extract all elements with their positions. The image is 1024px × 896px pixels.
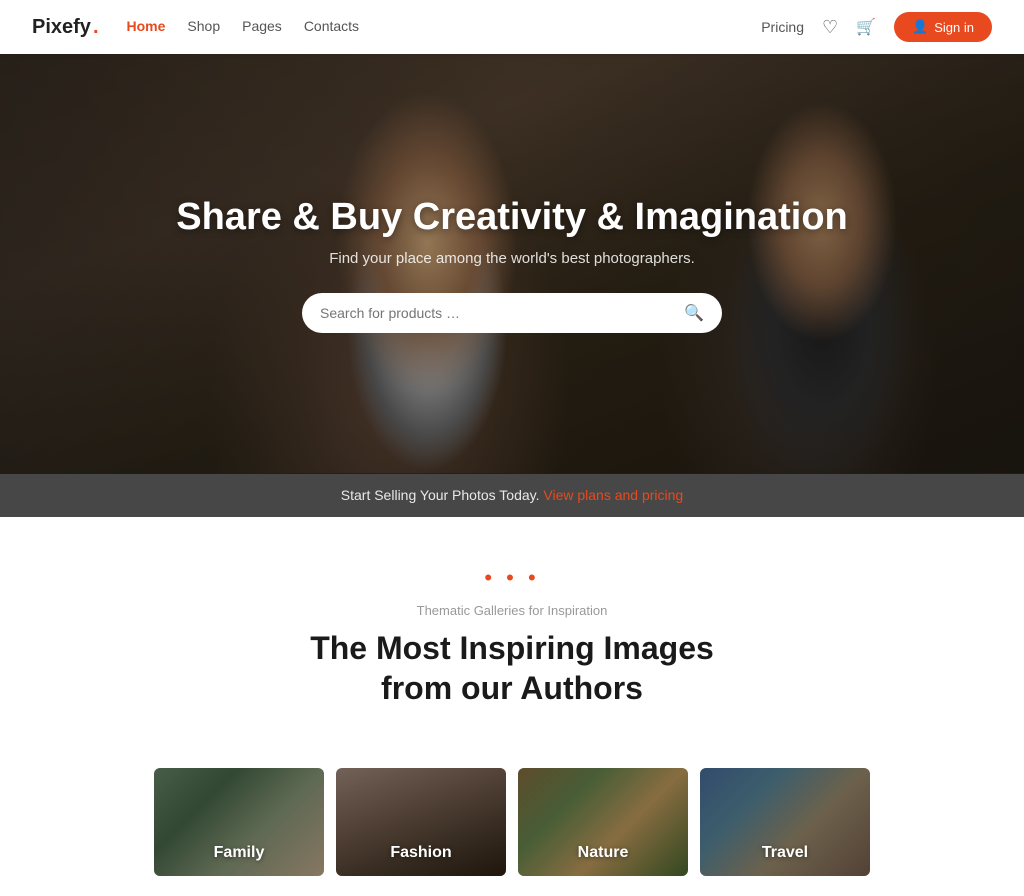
nav-item-contacts[interactable]: Contacts <box>304 18 359 36</box>
family-label: Family <box>214 844 265 862</box>
hero-bottom-text: Start Selling Your Photos Today. <box>341 487 540 503</box>
gallery-card-fashion[interactable]: Fashion <box>336 768 506 876</box>
hero-bottom-link[interactable]: View plans and pricing <box>543 487 683 503</box>
hero-content: Share & Buy Creativity & Imagination Fin… <box>0 54 1024 474</box>
section-title-line1: The Most Inspiring Images <box>310 630 714 666</box>
wishlist-icon[interactable]: ♡ <box>822 17 838 38</box>
nav-item-home[interactable]: Home <box>127 18 166 36</box>
logo-text: Pixefy <box>32 16 91 39</box>
nav-links: Home Shop Pages Contacts <box>127 18 360 36</box>
fashion-overlay: Fashion <box>336 768 506 876</box>
hero-title: Share & Buy Creativity & Imagination <box>176 195 848 241</box>
search-input[interactable] <box>320 305 684 321</box>
nav-pricing-link[interactable]: Pricing <box>761 19 804 35</box>
gallery-grid: Family Fashion Nature Travel <box>0 768 1024 896</box>
hero-subtitle: Find your place among the world's best p… <box>329 250 695 267</box>
inspiration-section: • • • Thematic Galleries for Inspiration… <box>0 517 1024 768</box>
navbar: Pixefy. Home Shop Pages Contacts Pricing… <box>0 0 1024 54</box>
travel-label: Travel <box>762 844 808 862</box>
section-label: Thematic Galleries for Inspiration <box>40 603 984 618</box>
gallery-card-family[interactable]: Family <box>154 768 324 876</box>
sign-in-button[interactable]: 👤 Sign in <box>894 12 992 42</box>
nav-link-contacts[interactable]: Contacts <box>304 18 359 34</box>
gallery-card-travel[interactable]: Travel <box>700 768 870 876</box>
nature-overlay: Nature <box>518 768 688 876</box>
nav-link-pages[interactable]: Pages <box>242 18 282 34</box>
hero-bottom-banner: Start Selling Your Photos Today. View pl… <box>0 473 1024 517</box>
section-title-line2: from our Authors <box>381 670 643 706</box>
search-icon[interactable]: 🔍 <box>684 303 704 323</box>
section-title: The Most Inspiring Images from our Autho… <box>40 628 984 708</box>
navbar-right: Pricing ♡ 🛒 👤 Sign in <box>761 12 992 42</box>
travel-overlay: Travel <box>700 768 870 876</box>
fashion-label: Fashion <box>390 844 451 862</box>
dots-decor: • • • <box>40 565 984 591</box>
logo[interactable]: Pixefy. <box>32 16 99 39</box>
hero-section: Share & Buy Creativity & Imagination Fin… <box>0 54 1024 474</box>
navbar-left: Pixefy. Home Shop Pages Contacts <box>32 16 359 39</box>
nav-item-shop[interactable]: Shop <box>187 18 220 36</box>
nav-item-pages[interactable]: Pages <box>242 18 282 36</box>
family-overlay: Family <box>154 768 324 876</box>
user-icon: 👤 <box>912 19 928 35</box>
search-bar[interactable]: 🔍 <box>302 293 722 333</box>
nav-link-shop[interactable]: Shop <box>187 18 220 34</box>
gallery-card-nature[interactable]: Nature <box>518 768 688 876</box>
cart-icon[interactable]: 🛒 <box>856 17 876 37</box>
nav-link-home[interactable]: Home <box>127 18 166 34</box>
sign-in-label: Sign in <box>934 20 974 35</box>
logo-dot: . <box>93 16 99 39</box>
nature-label: Nature <box>578 844 629 862</box>
